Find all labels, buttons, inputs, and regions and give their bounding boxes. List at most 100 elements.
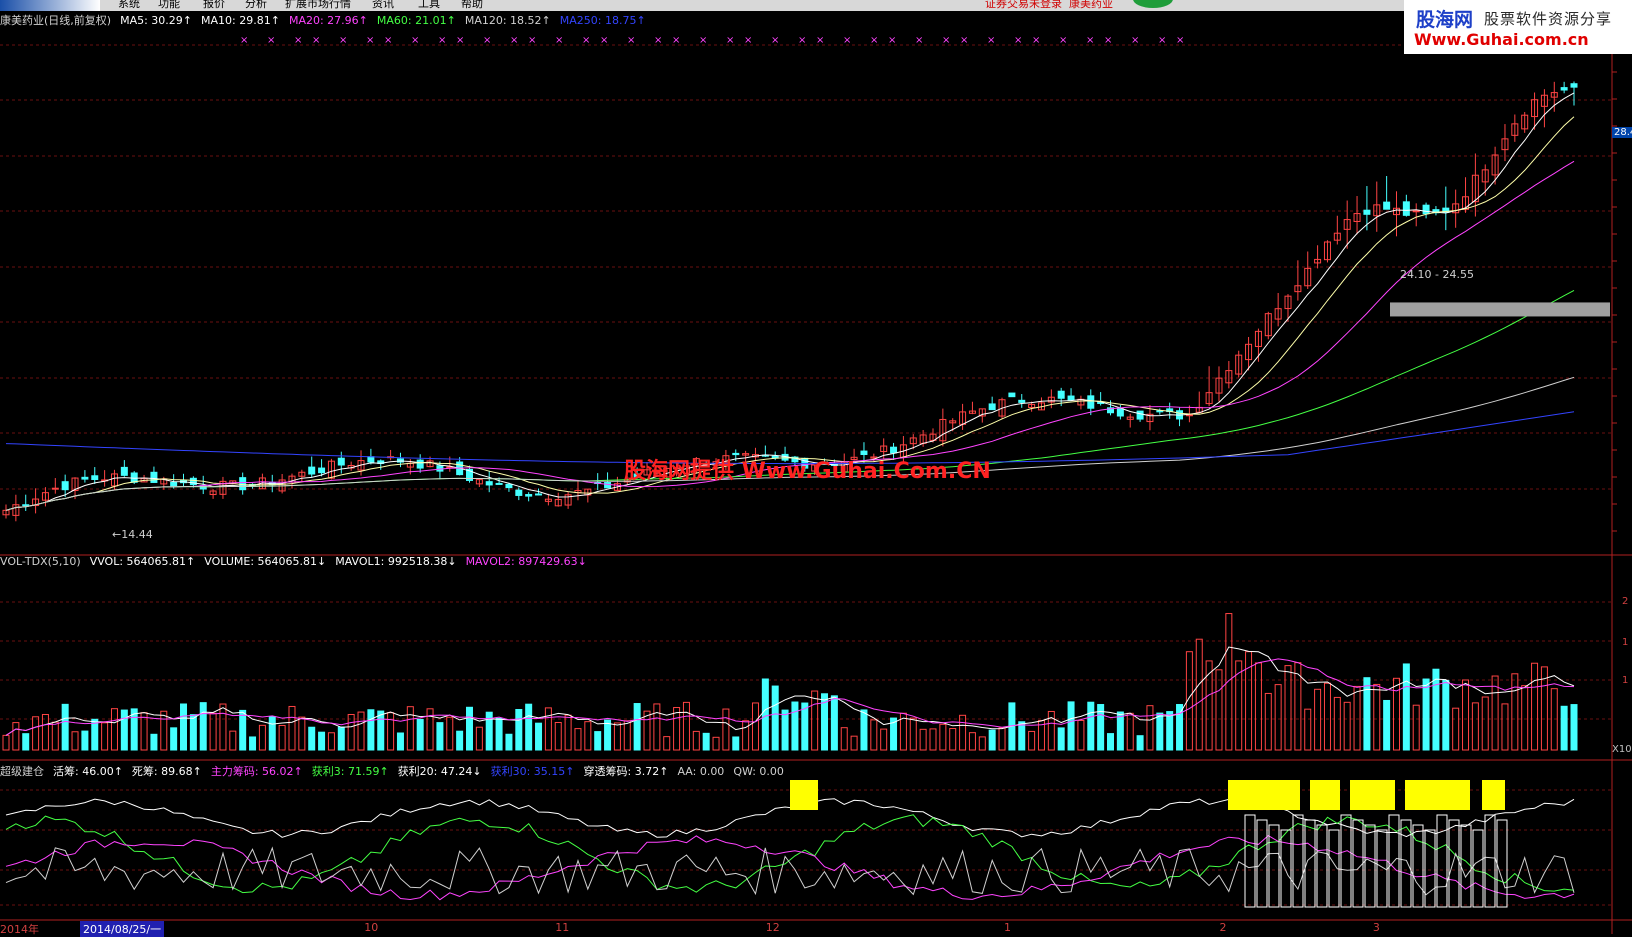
ma10-line [5,116,1575,511]
indicator-yellow-block [1310,780,1340,810]
volume-bar [801,702,809,751]
volume-bar [446,716,454,751]
candle-body [535,493,543,496]
candle-body [436,465,444,472]
x-axis-label: 2014年 [0,923,39,936]
volume-bar [1521,685,1529,751]
volume-bar [406,706,414,751]
volume-bar [949,728,957,751]
candle-body [1057,390,1065,399]
candle-body [604,482,612,489]
volume-bar [840,727,848,751]
candle-body [1412,210,1420,213]
volume-bar [1511,673,1519,751]
candle-body [120,466,128,476]
candle-body [308,466,316,475]
candle-body [505,483,513,489]
volume-bar [1373,683,1381,751]
volume-bar [1254,662,1262,751]
signal-marker: × [582,35,590,46]
volume-bar [229,730,237,751]
volume-bar [751,702,759,751]
signal-marker: × [960,35,968,46]
volume-bar [367,709,375,751]
volume-bar [436,722,444,751]
signal-marker: × [267,35,275,46]
ma120-line [5,376,1575,511]
volume-bar [623,720,631,751]
volume-bar [1156,712,1164,751]
candle-body [61,481,69,491]
volume-bar [1343,701,1351,751]
signal-marker: × [987,35,995,46]
volume-bar [1304,708,1312,751]
volume-bar [692,730,700,751]
volume-bar [850,735,858,751]
volume-bar [742,720,750,751]
volume-bar [554,721,562,751]
candle-body [525,494,533,497]
indicator-box [1316,824,1328,908]
volume-bar [781,709,789,751]
volume-bar [860,709,868,751]
volume-bar [71,731,79,751]
indicator-yellow-block [1405,780,1470,810]
candle-body [485,481,493,486]
volume-bar [22,733,30,751]
volume-bar [732,736,740,751]
volume-bar [81,730,89,751]
volume-bar [919,728,927,751]
candle-body [51,487,59,490]
signal-marker: × [1131,35,1139,46]
indicator-box [1280,829,1292,908]
signal-marker: × [1104,35,1112,46]
volume-bar [1107,733,1115,751]
price-range-label: 24.10 - 24.55 [1400,268,1474,281]
volume-bar [2,734,10,751]
volume-bar [258,724,266,751]
candle-body [337,457,345,466]
candle-body [416,459,424,469]
candle-body [515,489,523,496]
signal-marker: × [888,35,896,46]
x-axis-label: 11 [555,921,570,934]
volume-bar [1314,688,1322,751]
indicator-box [1472,829,1484,908]
volume-bar [682,701,690,751]
volume-bar [318,731,326,751]
vol-ytick: 1 [1622,675,1629,686]
volume-bar [268,716,276,751]
volume-bar [1383,699,1391,751]
volume-bar [702,732,710,751]
candle-body [22,504,30,507]
volume-bar [347,713,355,751]
candle-body [170,481,178,487]
low-price-label: ←14.44 [112,528,153,541]
indicator-box [1256,819,1268,908]
volume-bar [564,714,572,751]
volume-bar [32,716,40,751]
volume-bar [51,721,59,751]
volume-bar [959,714,967,751]
volume-bar [1462,679,1470,751]
candle-body [1422,204,1430,215]
candle-body [91,475,99,481]
volume-bar [574,728,582,751]
candle-body [1008,392,1016,398]
candle-body [1116,408,1124,417]
volume-bar [613,722,621,751]
volume-bar [278,724,286,751]
volume-bar [1195,638,1203,751]
candle-body [81,476,89,480]
volume-bar [998,727,1006,751]
volume-bar [101,722,109,751]
signal-marker: × [1158,35,1166,46]
volume-bar [110,708,118,751]
volume-bar [1166,711,1174,751]
volume-bar [199,702,207,751]
candle-body [495,482,503,485]
volume-bar [594,731,602,751]
candle-body [1570,83,1578,88]
signal-marker: × [816,35,824,46]
volume-bar [1274,684,1282,751]
